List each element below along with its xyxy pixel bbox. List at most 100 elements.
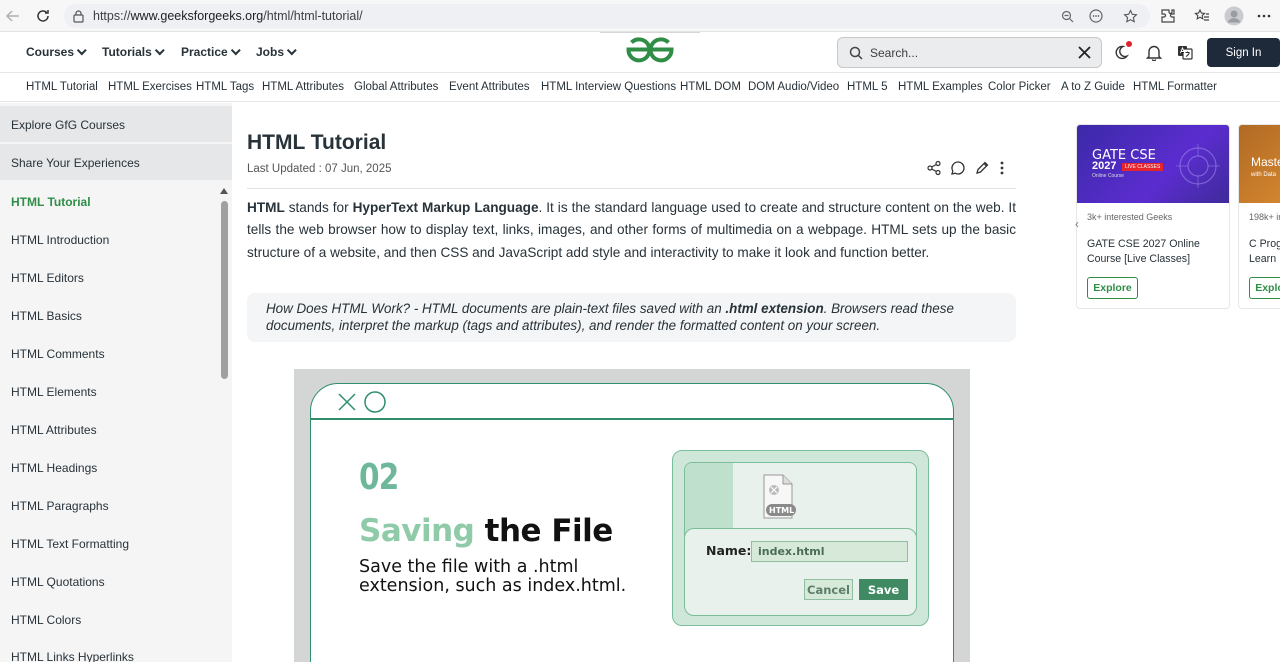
sidebar-item-html-headings[interactable]: HTML Headings xyxy=(11,461,97,475)
search-icon xyxy=(849,46,863,60)
sidebar: Explore GfG Courses Share Your Experienc… xyxy=(0,103,232,662)
sidebar-item-html-comments[interactable]: HTML Comments xyxy=(11,347,105,361)
scroll-up-arrow-icon[interactable] xyxy=(220,188,228,194)
step-title-rest: the File xyxy=(474,513,614,549)
topic-link[interactable]: HTML DOM xyxy=(680,81,741,93)
site-info-icon[interactable] xyxy=(70,8,86,24)
close-icon xyxy=(338,393,356,411)
more-options-icon[interactable] xyxy=(1253,5,1275,27)
reader-icon[interactable] xyxy=(1088,8,1104,24)
intro-paragraph: HTML stands for HyperText Markup Languag… xyxy=(247,197,1016,264)
note-box: How Does HTML Work? - HTML documents are… xyxy=(247,293,1016,342)
save-dialog: HTML Name: index.html Cancel Save xyxy=(672,450,929,626)
logo-divider xyxy=(600,32,700,33)
course-card[interactable]: GATE CSE 2027 LIVE CLASSES Online Course… xyxy=(1076,124,1230,309)
search-placeholder: Search... xyxy=(870,46,919,60)
extensions-icon[interactable] xyxy=(1157,5,1179,27)
bell-icon xyxy=(1146,45,1162,61)
intro-text: stands for xyxy=(284,200,353,215)
file-name-field: index.html xyxy=(751,541,908,562)
translate-button[interactable] xyxy=(1175,42,1195,62)
explore-button[interactable]: Explo xyxy=(1249,277,1280,299)
back-icon[interactable] xyxy=(2,5,24,27)
notifications-button[interactable] xyxy=(1144,42,1164,62)
explore-courses-button[interactable]: Explore GfG Courses xyxy=(0,106,232,142)
sidebar-item-html-text-formatting[interactable]: HTML Text Formatting xyxy=(11,537,129,551)
sidebar-item-html-tutorial[interactable]: HTML Tutorial xyxy=(11,195,91,209)
note-text: How Does HTML Work? - HTML documents are… xyxy=(266,301,726,316)
sidebar-item-html-quotations[interactable]: HTML Quotations xyxy=(11,575,105,589)
banner-subtitle: Online Course xyxy=(1092,173,1124,179)
sidebar-item-html-links[interactable]: HTML Links Hyperlinks xyxy=(11,650,134,662)
sidebar-item-html-paragraphs[interactable]: HTML Paragraphs xyxy=(11,499,109,513)
topic-link[interactable]: HTML 5 xyxy=(847,81,887,93)
dialog-side-tab xyxy=(685,463,733,535)
refresh-icon[interactable] xyxy=(32,5,54,27)
sidebar-scrollbar[interactable] xyxy=(221,201,228,379)
circuit-graphic-icon xyxy=(1176,144,1220,188)
topic-link[interactable]: HTML Tags xyxy=(196,81,254,93)
topic-link[interactable]: HTML Examples xyxy=(898,81,983,93)
topic-link[interactable]: Global Attributes xyxy=(354,81,438,93)
intro-term: HyperText Markup Language xyxy=(352,200,539,215)
nav-jobs[interactable]: Jobs xyxy=(256,44,297,59)
share-experiences-button[interactable]: Share Your Experiences xyxy=(0,144,232,180)
saving-file-illustration: 02 Saving the File Save the file with a … xyxy=(294,369,970,662)
topic-link[interactable]: HTML Formatter xyxy=(1133,81,1217,93)
course-banner: GATE CSE 2027 LIVE CLASSES Online Course xyxy=(1077,125,1229,203)
topic-link[interactable]: HTML Exercises xyxy=(108,81,192,93)
nav-tutorials-label: Tutorials xyxy=(102,45,152,59)
sidebar-item-html-editors[interactable]: HTML Editors xyxy=(11,271,84,285)
zoom-icon[interactable] xyxy=(1059,8,1075,24)
course-card[interactable]: Maste with Data 198k+ in C Progr - Learn… xyxy=(1238,124,1280,309)
sidebar-item-html-introduction[interactable]: HTML Introduction xyxy=(11,233,109,247)
share-icon[interactable] xyxy=(926,160,942,176)
sign-in-button[interactable]: Sign In xyxy=(1207,38,1280,67)
file-badge-label: HTML xyxy=(769,506,795,515)
dialog-cancel-button: Cancel xyxy=(804,579,853,600)
url-path: /html/html-tutorial/ xyxy=(263,9,363,23)
carousel-prev-icon[interactable]: ‹ xyxy=(1070,216,1084,232)
note-term: .html extension xyxy=(725,301,824,316)
profile-avatar-icon[interactable] xyxy=(1223,5,1245,27)
topic-link[interactable]: Event Attributes xyxy=(449,81,530,93)
sidebar-item-html-basics[interactable]: HTML Basics xyxy=(11,309,82,323)
translate-icon xyxy=(1178,46,1193,60)
nav-courses-label: Courses xyxy=(26,45,75,59)
chevron-down-icon xyxy=(154,44,165,55)
explore-button[interactable]: Explore xyxy=(1087,277,1138,299)
course-title: C Progr - Learn xyxy=(1249,238,1280,265)
more-vertical-icon[interactable] xyxy=(994,160,1010,176)
dialog-form: Name: index.html Cancel Save xyxy=(684,528,917,616)
favorites-icon[interactable] xyxy=(1191,5,1213,27)
sidebar-item-html-attributes[interactable]: HTML Attributes xyxy=(11,423,97,437)
nav-jobs-label: Jobs xyxy=(256,45,285,59)
address-bar[interactable]: https://www.geeksforgeeks.org/html/html-… xyxy=(64,4,1150,28)
nav-courses[interactable]: Courses xyxy=(26,44,87,59)
clear-search-icon[interactable] xyxy=(1076,44,1093,61)
name-label: Name: xyxy=(706,543,752,558)
banner-tag: LIVE CLASSES xyxy=(1122,163,1164,171)
intro-term: HTML xyxy=(247,200,285,215)
topic-link[interactable]: A to Z Guide xyxy=(1061,81,1125,93)
topic-link[interactable]: HTML Attributes xyxy=(262,81,344,93)
edit-pencil-icon[interactable] xyxy=(974,160,990,176)
topic-link[interactable]: Color Picker xyxy=(988,81,1051,93)
course-banner: Maste with Data xyxy=(1239,125,1280,203)
sidebar-item-html-colors[interactable]: HTML Colors xyxy=(11,613,81,627)
chevron-down-icon xyxy=(230,44,241,55)
dark-mode-toggle[interactable] xyxy=(1111,41,1132,62)
favorite-star-icon[interactable] xyxy=(1122,8,1138,24)
nav-practice-label: Practice xyxy=(181,45,228,59)
gfg-logo[interactable] xyxy=(622,37,678,63)
browser-toolbar: https://www.geeksforgeeks.org/html/html-… xyxy=(0,0,1280,32)
site-header: Courses Tutorials Practice Jobs Search..… xyxy=(0,32,1280,72)
sidebar-item-html-elements[interactable]: HTML Elements xyxy=(11,385,97,399)
nav-practice[interactable]: Practice xyxy=(181,44,241,59)
comment-icon[interactable] xyxy=(950,160,966,176)
nav-tutorials[interactable]: Tutorials xyxy=(102,44,165,59)
topic-link[interactable]: HTML Interview Questions xyxy=(541,81,676,93)
search-input[interactable]: Search... xyxy=(837,37,1102,68)
topic-link[interactable]: HTML Tutorial xyxy=(26,81,98,93)
topic-link[interactable]: DOM Audio/Video xyxy=(748,81,839,93)
